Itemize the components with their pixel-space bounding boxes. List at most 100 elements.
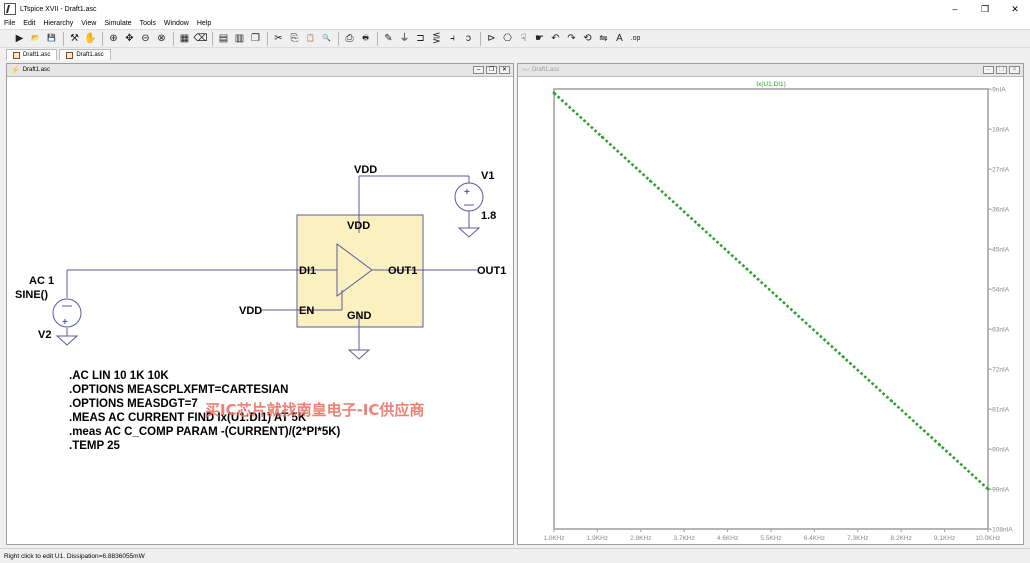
print-icon[interactable]: 🖶 — [358, 31, 373, 46]
window-controls: – ❐ ✕ — [940, 0, 1030, 18]
data-point — [697, 223, 701, 227]
y-tick-label: -63nIA — [990, 327, 1010, 334]
maximize-button[interactable]: ❐ — [970, 0, 1000, 18]
tile-vertical-icon[interactable]: ▥ — [232, 31, 247, 46]
menu-bar: File Edit Hierarchy View Simulate Tools Window… — [0, 18, 1030, 29]
print-setup-icon[interactable]: ⎙ — [342, 31, 357, 46]
data-point — [841, 355, 845, 359]
schematic-window[interactable]: ⚡ Draft1.asc – ❐ ✕ + + VDD V1 1.8 VDD DI… — [6, 63, 514, 545]
open-icon[interactable]: 📂 — [28, 31, 43, 46]
diode-icon[interactable]: ⊳ — [484, 31, 499, 46]
directive-line: .meas AC C_COMP PARAM -(CURRENT)/(2*PI*5… — [69, 426, 341, 438]
menu-file[interactable]: File — [4, 20, 15, 27]
spice-directive-icon[interactable]: .op — [628, 31, 643, 46]
data-point — [890, 399, 893, 403]
data-point — [938, 443, 942, 447]
directive-line: .OPTIONS MEASCPLXFMT=CARTESIAN — [69, 384, 289, 396]
pan-icon[interactable]: ✥ — [122, 31, 137, 46]
subwindow-minimize-button[interactable]: – — [983, 66, 994, 74]
subwindow-restore-button[interactable]: ❐ — [996, 66, 1007, 74]
label-net-icon[interactable]: ⊐ — [413, 31, 428, 46]
menu-help[interactable]: Help — [197, 20, 211, 27]
autorange-icon[interactable]: ▦ — [177, 31, 192, 46]
y-tick-label: -108nIA — [990, 527, 1013, 534]
tab-label: Draft1.asc — [76, 52, 104, 58]
zoom-in-icon[interactable]: ⊕ — [106, 31, 121, 46]
control-panel-icon[interactable]: ⚒ — [67, 31, 82, 46]
ltspice-app-icon — [4, 3, 16, 15]
toolbar-separator — [338, 31, 339, 46]
toolbar: ▶ 📂 💾 ⚒ ✋ ⊕ ✥ ⊖ ⊗ ▦ ⌫ ▤ ▥ ❐ ✂ ⎘ 📋 🔍 ⎙ 🖶 ✎ ⏚ ⊐ ⋚ ⫞ ↄ ⊳ ⎔ ☟ ☛ ↶ ↷ ⟲ ⇋ A .op — [0, 29, 1030, 48]
menu-hierarchy[interactable]: Hierarchy — [43, 20, 73, 27]
minimize-button[interactable]: – — [940, 0, 970, 18]
window-title: LTspice XVII - Draft1.asc — [20, 5, 97, 13]
v1-name-label: V1 — [481, 170, 494, 182]
erase-icon[interactable]: ⌫ — [193, 31, 208, 46]
tab-label: Draft1.asc — [23, 52, 51, 58]
vdd-en-net-label: VDD — [239, 305, 262, 317]
menu-simulate[interactable]: Simulate — [104, 20, 131, 27]
ground-icon[interactable]: ⏚ — [397, 31, 412, 46]
wire-icon[interactable]: ✎ — [381, 31, 396, 46]
x-tick-label: 6.4KHz — [804, 535, 825, 542]
v2-ground-icon — [55, 335, 79, 346]
tab-waveform[interactable]: Draft1.asc — [59, 49, 111, 60]
tab-schematic[interactable]: Draft1.asc — [6, 49, 58, 60]
mirror-icon[interactable]: ⇋ — [596, 31, 611, 46]
data-point — [600, 135, 604, 139]
drag-icon[interactable]: ☛ — [532, 31, 547, 46]
text-icon[interactable]: A — [612, 31, 627, 46]
u1-vdd-pin-label: VDD — [347, 220, 370, 232]
resistor-icon[interactable]: ⋚ — [429, 31, 444, 46]
find-icon[interactable]: 🔍 — [319, 31, 334, 46]
schematic-window-titlebar: ⚡ Draft1.asc – ❐ ✕ — [7, 64, 513, 77]
cut-icon[interactable]: ✂ — [271, 31, 286, 46]
trace-title[interactable]: Ix(U1:DI1) — [756, 81, 786, 88]
save-icon[interactable]: 💾 — [44, 31, 59, 46]
halt-icon[interactable]: ✋ — [83, 31, 98, 46]
component-icon[interactable]: ⎔ — [500, 31, 515, 46]
inductor-icon[interactable]: ↄ — [461, 31, 476, 46]
v1-plus-symbol: + — [464, 187, 470, 198]
copy-icon[interactable]: ⎘ — [287, 31, 302, 46]
y-tick-label: -72nIA — [990, 367, 1010, 374]
waveform-plot[interactable]: Ix(U1:DI1) 1.0KHz 1.9KHz 2.8KHz 3.7KHz 4.6KH… — [518, 78, 1023, 544]
subwindow-close-button[interactable]: ✕ — [499, 66, 510, 74]
y-tick-label: -18nIA — [990, 127, 1010, 134]
waveform-window-title: Draft1.asc — [532, 67, 560, 73]
redo-icon[interactable]: ↷ — [564, 31, 579, 46]
y-tick-label: -81nIA — [990, 407, 1010, 414]
menu-tools[interactable]: Tools — [140, 20, 156, 27]
v2-sine-label: SINE() — [15, 289, 48, 301]
rotate-icon[interactable]: ⟲ — [580, 31, 595, 46]
y-tick-label: -9nIA — [990, 87, 1006, 94]
menu-edit[interactable]: Edit — [23, 20, 35, 27]
y-tick-label: -36nIA — [990, 207, 1010, 214]
waveform-window-titlebar: 〰 Draft1.asc – ❐ ✕ — [518, 64, 1023, 77]
subwindow-close-button[interactable]: ✕ — [1009, 66, 1020, 74]
close-button[interactable]: ✕ — [1000, 0, 1030, 18]
zoom-out-icon[interactable]: ⊖ — [138, 31, 153, 46]
zoom-fit-icon[interactable]: ⊗ — [154, 31, 169, 46]
cascade-icon[interactable]: ❐ — [248, 31, 263, 46]
x-tick-label: 7.3KHz — [847, 535, 868, 542]
undo-icon[interactable]: ↶ — [548, 31, 563, 46]
y-axis: -9nIA -18nIA -27nIA -36nIA -45nIA -54nIA -63nI… — [988, 87, 1013, 534]
subwindow-minimize-button[interactable]: – — [473, 66, 484, 74]
u1-gnd-pin-label: GND — [347, 310, 372, 322]
waveform-icon: 〰 — [522, 67, 529, 74]
subwindow-restore-button[interactable]: ❐ — [486, 66, 497, 74]
data-point — [745, 267, 749, 271]
tile-horizontal-icon[interactable]: ▤ — [216, 31, 231, 46]
waveform-window[interactable]: 〰 Draft1.asc – ❐ ✕ Ix(U1:DI1) 1.0KHz 1.9K… — [517, 63, 1024, 545]
menu-window[interactable]: Window — [164, 20, 189, 27]
paste-icon[interactable]: 📋 — [303, 31, 318, 46]
v2-plus-symbol: + — [62, 317, 68, 328]
move-icon[interactable]: ☟ — [516, 31, 531, 46]
toolbar-separator — [212, 31, 213, 46]
menu-view[interactable]: View — [81, 20, 96, 27]
capacitor-icon[interactable]: ⫞ — [445, 31, 460, 46]
x-tick-label: 4.6KHz — [717, 535, 738, 542]
schematic-canvas[interactable]: + + VDD V1 1.8 VDD DI1 OUT1 EN GND OUT1 … — [7, 78, 513, 544]
run-icon[interactable]: ▶ — [12, 31, 27, 46]
